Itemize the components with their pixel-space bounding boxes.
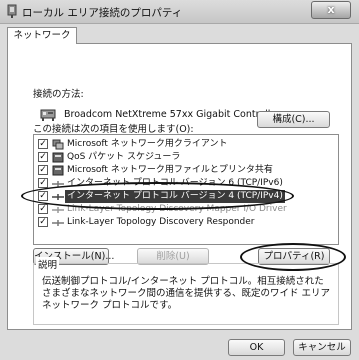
description-text: 伝送制御プロトコル/インターネット プロトコル。相互接続されたさまざまなネットワ… (42, 276, 331, 311)
network-protocol-icon (52, 181, 64, 187)
network-protocol-icon (52, 207, 64, 213)
list-item[interactable]: ✓ Link-Layer Topology Discovery Mapper I… (36, 203, 336, 216)
close-button[interactable]: x (311, 1, 351, 19)
checkbox[interactable]: ✓ (38, 217, 48, 227)
checkbox[interactable]: ✓ (38, 152, 48, 162)
tab-network[interactable]: ネットワーク (7, 27, 77, 44)
network-adapter-icon (40, 109, 56, 121)
network-service-icon (52, 152, 64, 163)
list-item[interactable]: ✓ QoS パケット スケジューラ (36, 151, 336, 164)
list-item-selected[interactable]: ✓ インターネット プロトコル バージョン 4 (TCP/IPv4) (36, 190, 336, 203)
connect-using-label: 接続の方法: (33, 89, 84, 100)
list-item[interactable]: ✓ Microsoft ネットワーク用クライアント (36, 138, 336, 151)
network-connection-icon (7, 4, 17, 18)
cancel-button[interactable]: キャンセル (293, 339, 351, 356)
description-label: 説明 (36, 257, 60, 271)
network-service-icon (52, 165, 64, 176)
configure-button[interactable]: 構成(C)... (257, 111, 330, 128)
items-list-label: この接続は次の項目を使用します(O): (33, 124, 194, 135)
network-client-icon (52, 139, 64, 150)
window-title: ローカル エリア接続のプロパティ (22, 7, 183, 19)
list-item[interactable]: ✓ Link-Layer Topology Discovery Responde… (36, 216, 336, 229)
adapter-name: Broadcom NetXtreme 57xx Gigabit Controll… (64, 109, 281, 120)
checkbox[interactable]: ✓ (38, 165, 48, 175)
checkbox[interactable]: ✓ (38, 204, 48, 214)
network-protocol-icon (52, 220, 64, 226)
list-item[interactable]: ✓ インターネット プロトコル バージョン 6 (TCP/IPv6) (36, 177, 336, 190)
list-item[interactable]: ✓ Microsoft ネットワーク用ファイルとプリンタ共有 (36, 164, 336, 177)
network-protocol-icon (52, 194, 64, 200)
checkbox[interactable]: ✓ (38, 191, 48, 201)
checkbox[interactable]: ✓ (38, 139, 48, 149)
ok-button[interactable]: OK (228, 339, 285, 356)
checkbox[interactable]: ✓ (38, 178, 48, 188)
title-bar: ローカル エリア接続のプロパティ x (0, 0, 359, 24)
items-list: ✓ Microsoft ネットワーク用クライアント ✓ QoS パケット スケジ… (33, 134, 339, 245)
